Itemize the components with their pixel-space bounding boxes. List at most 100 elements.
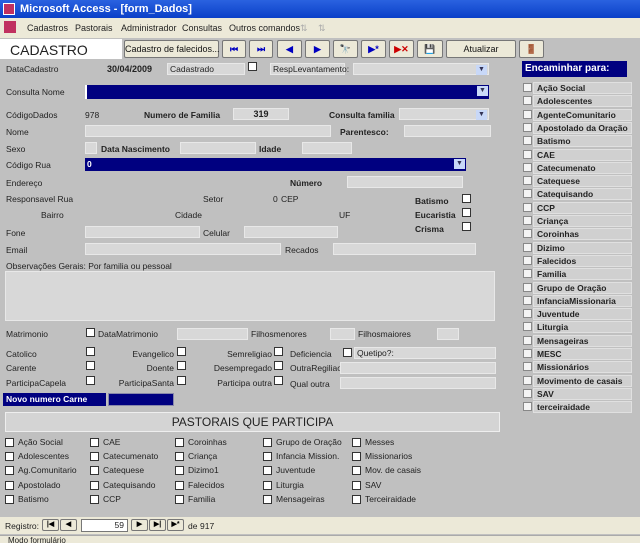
encaminhar-checkbox[interactable]	[523, 96, 532, 106]
encaminhar-checkbox[interactable]	[523, 189, 532, 199]
data-nascimento-input[interactable]	[180, 142, 256, 154]
pastoral-checkbox[interactable]	[90, 494, 99, 504]
encaminhar-checkbox[interactable]	[523, 309, 532, 319]
pastoral-checkbox[interactable]	[175, 494, 184, 504]
parentesco-input[interactable]	[404, 125, 491, 137]
pastoral-checkbox[interactable]	[5, 466, 14, 476]
encaminhar-checkbox[interactable]	[523, 229, 532, 239]
pastoral-checkbox[interactable]	[263, 452, 272, 462]
find-button[interactable]: 🔭	[333, 40, 358, 58]
pastoral-checkbox[interactable]	[263, 494, 272, 504]
atualizar-button[interactable]: Atualizar	[446, 40, 516, 58]
next-record-button[interactable]: ▶	[305, 40, 330, 58]
menu-outros-comandos[interactable]: Outros comandos	[229, 23, 300, 33]
codigo-rua-combo[interactable]: 0 ▼	[85, 158, 466, 171]
fone-input[interactable]	[85, 226, 200, 238]
encaminhar-checkbox[interactable]	[523, 388, 532, 398]
first-record-button[interactable]: ⏮	[222, 40, 246, 58]
nome-input[interactable]	[85, 125, 331, 137]
encaminhar-checkbox[interactable]	[523, 136, 532, 146]
encaminhar-checkbox[interactable]	[523, 349, 532, 358]
recados-input[interactable]	[333, 243, 476, 255]
encaminhar-checkbox[interactable]	[523, 295, 532, 305]
batismo-checkbox[interactable]	[462, 194, 471, 203]
encaminhar-checkbox[interactable]	[523, 362, 532, 372]
pastoral-checkbox[interactable]	[352, 452, 361, 462]
consulta-nome-combo[interactable]: ▼	[85, 85, 489, 99]
desempregado-checkbox[interactable]	[274, 361, 283, 370]
pastoral-checkbox[interactable]	[175, 438, 184, 447]
pastoral-checkbox[interactable]	[5, 480, 14, 490]
pastoral-checkbox[interactable]	[263, 438, 272, 447]
celular-input[interactable]	[244, 226, 338, 238]
new-record-button[interactable]: ▶*	[361, 40, 386, 58]
save-button[interactable]: 💾	[417, 40, 443, 58]
menu-cadastros[interactable]: Cadastros	[27, 23, 68, 33]
pastoral-checkbox[interactable]	[5, 452, 14, 462]
crisma-checkbox[interactable]	[462, 222, 471, 231]
sort-asc-icon[interactable]: ⇅	[300, 23, 308, 34]
encaminhar-checkbox[interactable]	[523, 402, 532, 412]
encaminhar-checkbox[interactable]	[523, 282, 532, 292]
pastoral-checkbox[interactable]	[5, 494, 14, 504]
encaminhar-checkbox[interactable]	[523, 162, 532, 172]
cadastro-falecidos-button[interactable]: Cadastro de falecidos...	[124, 40, 220, 58]
cadastrado-checkbox[interactable]	[248, 62, 257, 71]
encaminhar-checkbox[interactable]	[523, 149, 532, 159]
evangelico-checkbox[interactable]	[177, 347, 186, 356]
sort-desc-icon[interactable]: ⇅	[318, 23, 326, 34]
novo-carne-input[interactable]	[108, 393, 174, 406]
pastoral-checkbox[interactable]	[175, 452, 184, 462]
delete-record-button[interactable]: ▶✕	[389, 40, 414, 58]
pastoral-checkbox[interactable]	[90, 466, 99, 476]
filhos-menores-input[interactable]	[330, 328, 355, 340]
chevron-down-icon[interactable]: ▼	[477, 86, 488, 96]
pastoral-checkbox[interactable]	[175, 480, 184, 490]
participa-capela-checkbox[interactable]	[86, 376, 95, 385]
semreligiao-checkbox[interactable]	[274, 347, 283, 356]
participa-outra-checkbox[interactable]	[274, 376, 283, 385]
participa-santa-checkbox[interactable]	[177, 376, 186, 385]
catolico-checkbox[interactable]	[86, 347, 95, 356]
nav-new-button[interactable]: ▶*	[167, 519, 184, 531]
encaminhar-checkbox[interactable]	[523, 375, 532, 385]
menu-pastorais[interactable]: Pastorais	[75, 23, 113, 33]
encaminhar-checkbox[interactable]	[523, 176, 532, 186]
carente-checkbox[interactable]	[86, 361, 95, 370]
exit-button[interactable]: 🚪	[519, 40, 544, 58]
encaminhar-checkbox[interactable]	[523, 122, 532, 132]
encaminhar-checkbox[interactable]	[523, 202, 532, 212]
encaminhar-checkbox[interactable]	[523, 255, 532, 265]
pastoral-checkbox[interactable]	[352, 494, 361, 504]
eucaristia-checkbox[interactable]	[462, 208, 471, 217]
numero-input[interactable]	[347, 176, 463, 188]
chevron-down-icon[interactable]: ▼	[476, 110, 487, 120]
deficiencia-checkbox[interactable]	[343, 348, 352, 357]
numero-familia-field[interactable]: 319	[233, 108, 289, 120]
pastoral-checkbox[interactable]	[263, 480, 272, 490]
encaminhar-checkbox[interactable]	[523, 335, 532, 345]
chevron-down-icon[interactable]: ▼	[454, 159, 465, 169]
consulta-familia-combo[interactable]: ▼	[399, 108, 489, 120]
pastoral-checkbox[interactable]	[90, 438, 99, 447]
record-number-input[interactable]: 59	[81, 519, 128, 532]
encaminhar-checkbox[interactable]	[523, 242, 532, 252]
menu-consultas[interactable]: Consultas	[182, 23, 222, 33]
encaminhar-checkbox[interactable]	[523, 109, 532, 119]
pastoral-checkbox[interactable]	[352, 438, 361, 447]
menu-administrador[interactable]: Administrador	[121, 23, 177, 33]
pastoral-checkbox[interactable]	[90, 480, 99, 490]
email-input[interactable]	[85, 243, 281, 255]
chevron-down-icon[interactable]: ▼	[476, 65, 487, 75]
nav-first-button[interactable]: |◀	[42, 519, 59, 531]
matrimonio-checkbox[interactable]	[86, 328, 95, 337]
resp-levantamento-combo[interactable]: ▼	[353, 63, 489, 75]
encaminhar-checkbox[interactable]	[523, 216, 532, 225]
nav-next-button[interactable]: ▶	[131, 519, 148, 531]
data-matrimonio-input[interactable]	[177, 328, 248, 340]
pastoral-checkbox[interactable]	[263, 466, 272, 476]
outra-religiao-input[interactable]	[340, 362, 496, 374]
nav-last-button[interactable]: ▶|	[149, 519, 166, 531]
prev-record-button[interactable]: ◀	[277, 40, 302, 58]
filhos-maiores-input[interactable]	[437, 328, 459, 340]
